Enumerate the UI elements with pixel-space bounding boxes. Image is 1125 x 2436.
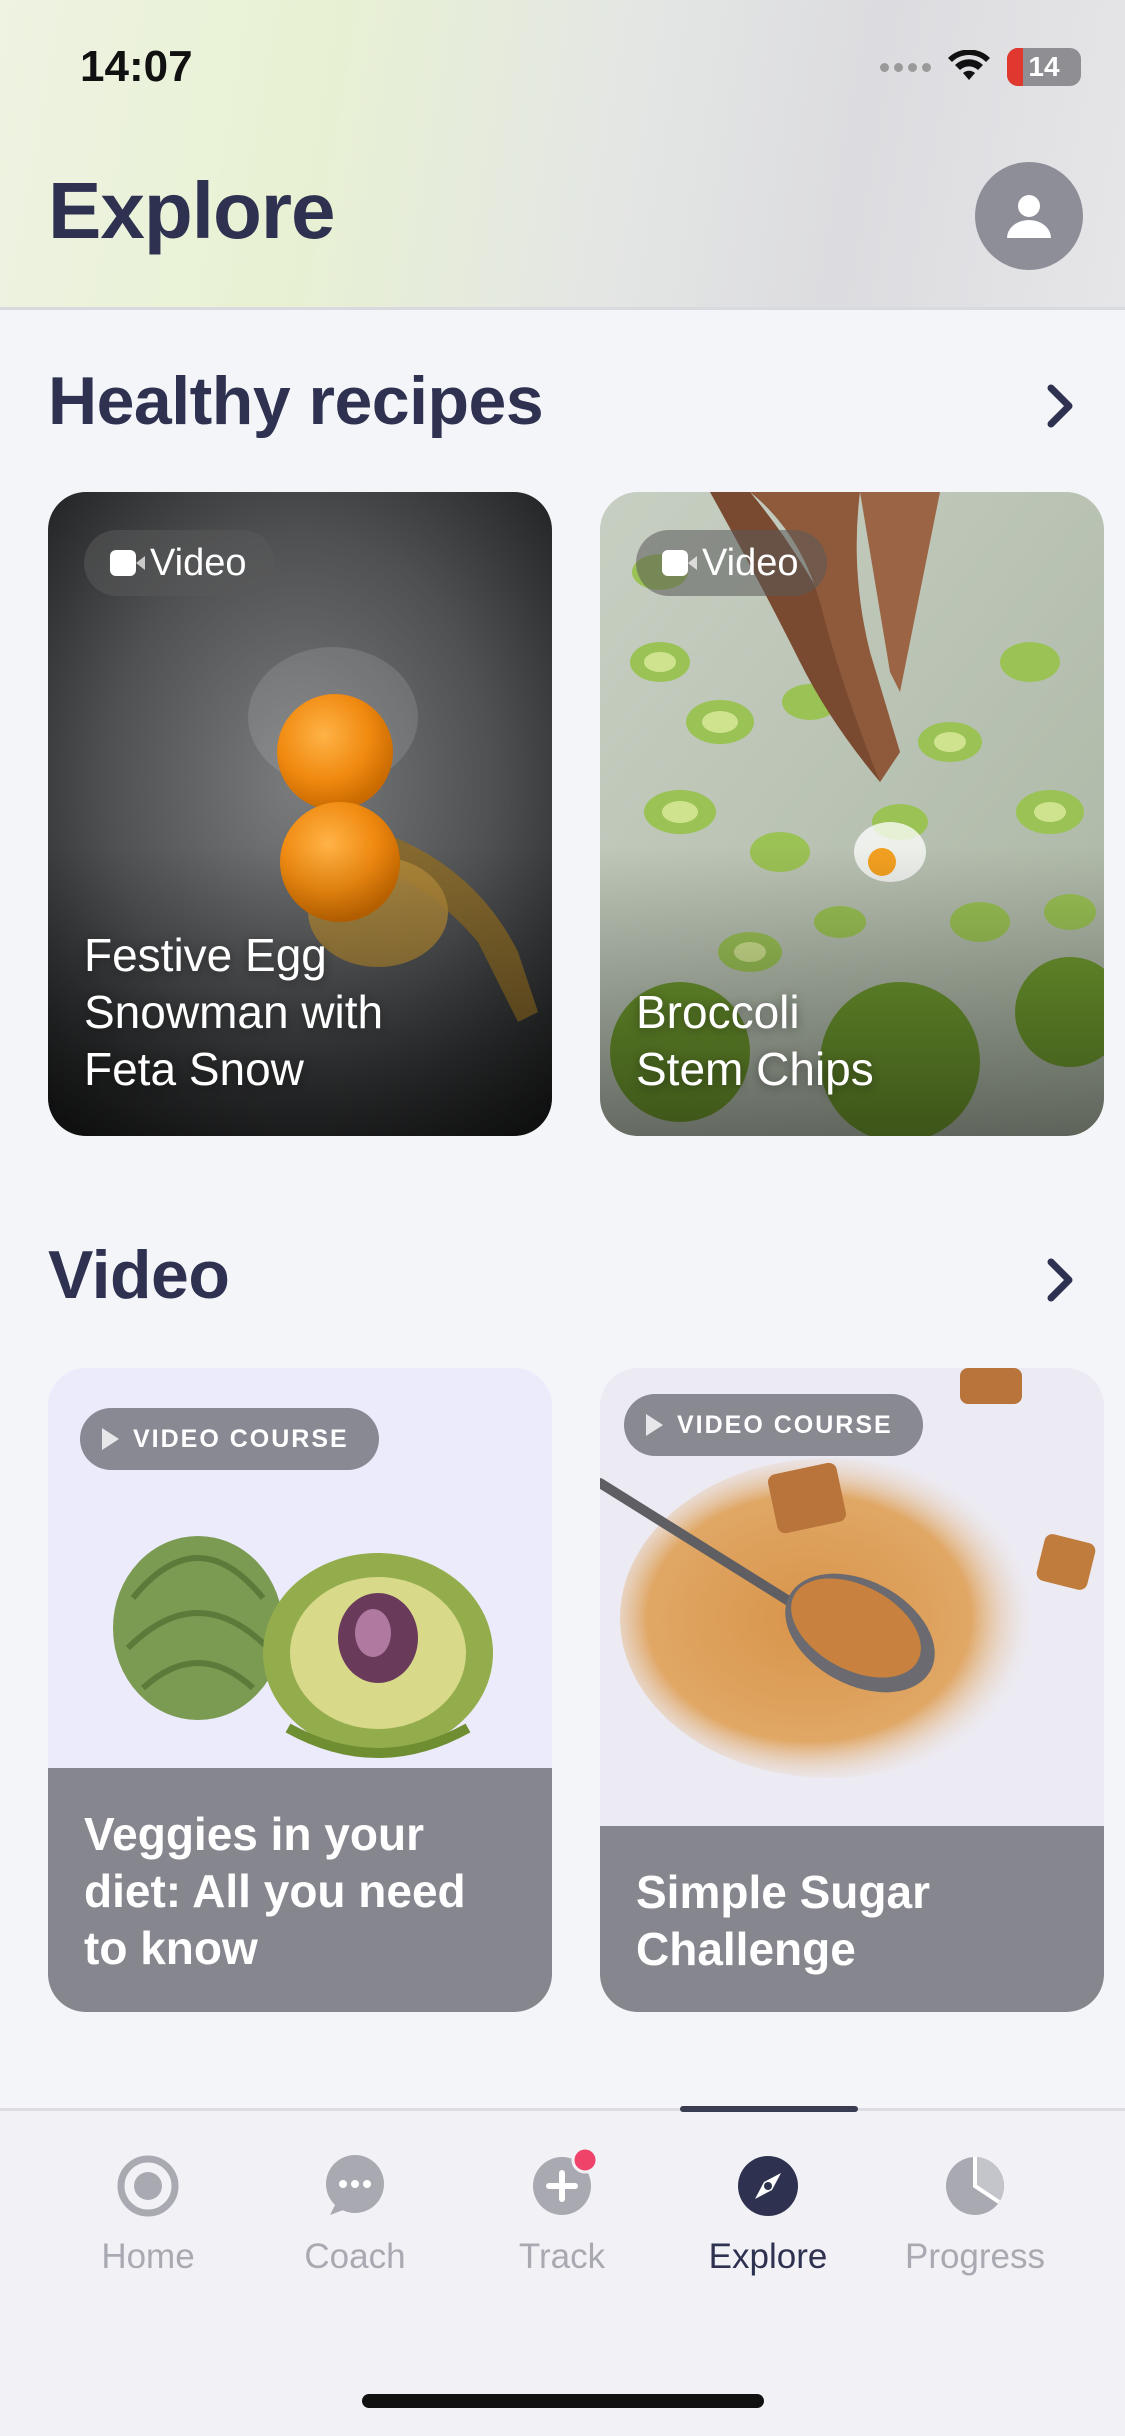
chevron-right-icon xyxy=(1047,384,1073,428)
video-course-footer: Simple Sugar Challenge xyxy=(600,1826,1104,2012)
video-course-badge-label: VIDEO COURSE xyxy=(133,1424,349,1453)
video-see-all-button[interactable] xyxy=(1040,1252,1080,1308)
recipe-card-festive-egg[interactable]: Video Festive Egg Snowman with Feta Snow xyxy=(48,492,552,1136)
tab-explore[interactable]: Explore xyxy=(668,2153,868,2277)
video-course-title: Veggies in your diet: All you need to kn… xyxy=(84,1806,466,1977)
recipe-title-line: Feta Snow xyxy=(84,1043,304,1095)
video-course-card-sugar[interactable]: VIDEO COURSE Simple Sugar Challenge xyxy=(600,1368,1104,2012)
tab-active-indicator xyxy=(680,2106,858,2112)
notification-dot xyxy=(571,2146,599,2174)
battery-icon: 14 xyxy=(1007,48,1081,86)
recipe-title-line: Festive Egg xyxy=(84,929,327,981)
status-icons: 14 xyxy=(880,48,1081,86)
recipe-title-line: Snowman with xyxy=(84,986,384,1038)
recipe-card-title: Broccoli Stem Chips xyxy=(636,984,874,1098)
video-badge-label: Video xyxy=(150,541,247,584)
tab-label: Home xyxy=(101,2237,195,2276)
video-course-card-veggies[interactable]: VIDEO COURSE Veggies in your diet: All y… xyxy=(48,1368,552,2012)
profile-avatar-button[interactable] xyxy=(975,162,1083,270)
chat-icon xyxy=(326,2155,384,2215)
battery-level: 14 xyxy=(1028,51,1060,82)
tab-coach[interactable]: Coach xyxy=(255,2153,455,2277)
video-badge: Video xyxy=(636,530,827,596)
recipe-card-title: Festive Egg Snowman with Feta Snow xyxy=(84,927,383,1098)
video-course-title-line: to know xyxy=(84,1922,258,1974)
home-indicator[interactable] xyxy=(362,2394,764,2408)
pie-chart-icon xyxy=(946,2157,1004,2215)
video-course-badge-label: VIDEO COURSE xyxy=(677,1410,893,1439)
tab-label: Explore xyxy=(708,2237,828,2276)
recipe-title-line: Stem Chips xyxy=(636,1043,874,1095)
header-area: 14:07 14 Explore xyxy=(0,0,1125,310)
recipe-title-line: Broccoli xyxy=(636,986,800,1038)
plus-icon xyxy=(533,2146,599,2215)
video-course-footer: Veggies in your diet: All you need to kn… xyxy=(48,1768,552,2012)
user-icon xyxy=(1007,195,1051,238)
section-title-healthy-recipes: Healthy recipes xyxy=(48,363,544,439)
video-course-title-line: diet: All you need xyxy=(84,1865,466,1917)
tab-bar: Home Coach Track Explore Progress xyxy=(0,2106,1125,2436)
video-course-title-line: Simple Sugar xyxy=(636,1866,930,1918)
tab-progress[interactable]: Progress xyxy=(875,2153,1075,2277)
play-icon xyxy=(646,1414,663,1436)
video-camera-icon xyxy=(662,550,697,576)
page-title: Explore xyxy=(48,166,335,255)
tab-label: Track xyxy=(518,2237,606,2276)
home-icon xyxy=(117,2155,179,2217)
video-course-title-line: Veggies in your xyxy=(84,1808,424,1860)
chevron-right-icon xyxy=(1047,1258,1073,1302)
healthy-recipes-see-all-button[interactable] xyxy=(1040,378,1080,434)
play-icon xyxy=(102,1428,119,1450)
video-badge-label: Video xyxy=(702,541,799,584)
tab-home[interactable]: Home xyxy=(48,2153,248,2277)
tab-label: Coach xyxy=(304,2237,406,2276)
status-time: 14:07 xyxy=(80,42,193,91)
video-camera-icon xyxy=(110,550,145,576)
video-badge: Video xyxy=(84,530,275,596)
video-course-title: Simple Sugar Challenge xyxy=(636,1864,930,1978)
section-title-video: Video xyxy=(48,1237,230,1313)
video-course-title-line: Challenge xyxy=(636,1923,856,1975)
tab-track[interactable]: Track xyxy=(462,2146,662,2277)
recipe-card-broccoli-chips[interactable]: Video Broccoli Stem Chips xyxy=(600,492,1104,1136)
video-course-badge: VIDEO COURSE xyxy=(624,1394,923,1456)
wifi-icon xyxy=(948,50,990,80)
video-course-badge: VIDEO COURSE xyxy=(80,1408,379,1470)
signal-icon xyxy=(880,62,931,72)
compass-icon xyxy=(738,2156,798,2216)
tab-label: Progress xyxy=(904,2237,1046,2276)
